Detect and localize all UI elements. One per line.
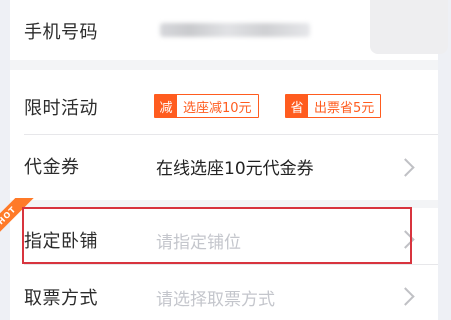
phone-label: 手机号码 xyxy=(24,22,98,43)
promo-badge-ticket: 省 出票省5元 xyxy=(285,94,382,118)
highlight-box xyxy=(22,207,412,264)
chevron-right-icon xyxy=(396,287,415,306)
voucher-label: 代金券 xyxy=(24,157,80,178)
contact-card: 手机号码 xyxy=(10,0,448,60)
save-tag: 省 xyxy=(286,95,308,117)
promo-badge-seat: 减 选座减10元 xyxy=(154,94,259,118)
promo-label: 限时活动 xyxy=(24,98,98,119)
promo-badge-text: 选座减10元 xyxy=(183,100,252,116)
ticket-method-label: 取票方式 xyxy=(24,288,98,309)
ticket-method-placeholder: 请选择取票方式 xyxy=(156,290,275,310)
discount-card: 限时活动 减 选座减10元 省 出票省5元 代金券 在线选座10元代金券 xyxy=(10,70,438,200)
chevron-right-icon xyxy=(396,158,415,177)
discount-tag: 减 xyxy=(155,95,177,117)
phone-number-field[interactable] xyxy=(160,23,310,37)
voucher-value: 在线选座10元代金券 xyxy=(156,159,314,179)
promo-badge-text: 出票省5元 xyxy=(314,100,375,116)
voucher-row[interactable]: 代金券 在线选座10元代金券 xyxy=(10,135,438,200)
avatar-placeholder xyxy=(370,0,448,54)
ticket-method-row[interactable]: 取票方式 请选择取票方式 xyxy=(10,265,438,320)
form-container: 手机号码 限时活动 减 选座减10元 省 出票省5元 代金券 在线选座10元代金… xyxy=(10,0,448,320)
